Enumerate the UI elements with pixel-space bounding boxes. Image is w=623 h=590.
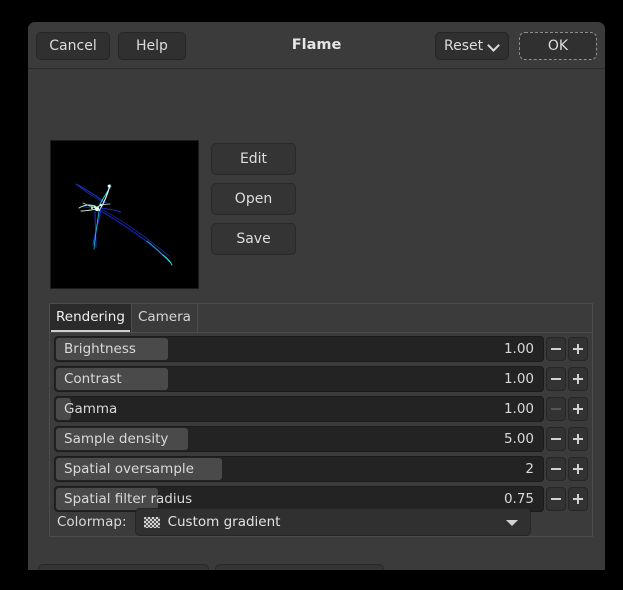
brightness-value: 1.00 [504,337,534,361]
sample-density-slider[interactable]: Sample density 5.00 [54,426,544,452]
ok-button[interactable]: OK [519,32,597,60]
gradient-icon [144,517,160,528]
parameter-rows: Brightness 1.00 Contrast 1.00 [50,333,592,514]
sample-density-label: Sample density [64,427,168,451]
gamma-value: 1.00 [504,397,534,421]
spatial-oversample-slider[interactable]: Spatial oversample 2 [54,456,544,482]
reset-dropdown-button[interactable]: Reset [435,32,509,60]
edit-button[interactable]: Edit [211,143,296,175]
contrast-slider[interactable]: Contrast 1.00 [54,366,544,392]
dialog-header-bar: Flame Cancel Help Reset OK [28,22,605,69]
brightness-label: Brightness [64,337,136,361]
tab-strip-filler [198,304,592,332]
sample-density-increment-button[interactable] [568,427,588,451]
gamma-decrement-button [546,397,566,421]
tab-strip: Rendering Camera [50,304,592,333]
spatial-oversample-increment-button[interactable] [568,457,588,481]
spatial-oversample-value: 2 [525,457,534,481]
open-button[interactable]: Open [211,183,296,215]
parameter-row-contrast: Contrast 1.00 [54,365,588,393]
contrast-increment-button[interactable] [568,367,588,391]
cancel-button[interactable]: Cancel [36,32,110,60]
help-button[interactable]: Help [118,32,186,60]
gamma-increment-button[interactable] [568,397,588,421]
sample-density-decrement-button[interactable] [546,427,566,451]
chevron-down-icon [506,520,518,526]
brightness-increment-button[interactable] [568,337,588,361]
parameter-row-gamma: Gamma 1.00 [54,395,588,423]
flame-preview-image [51,141,198,288]
brightness-decrement-button[interactable] [546,337,566,361]
sample-density-value: 5.00 [504,427,534,451]
gamma-slider[interactable]: Gamma 1.00 [54,396,544,422]
contrast-value: 1.00 [504,367,534,391]
parameter-row-spatial-oversample: Spatial oversample 2 [54,455,588,483]
flame-dialog: Flame Cancel Help Reset OK [28,22,605,570]
dialog-footer: Load Saved Settings Save Settings [28,564,605,570]
brightness-slider[interactable]: Brightness 1.00 [54,336,544,362]
save-button[interactable]: Save [211,223,296,255]
colormap-row: Colormap: Custom gradient [54,507,588,537]
spatial-oversample-label: Spatial oversample [64,457,194,481]
parameter-row-sample-density: Sample density 5.00 [54,425,588,453]
reset-label: Reset [444,33,483,59]
colormap-select[interactable]: Custom gradient [135,508,531,536]
load-saved-settings-button: Load Saved Settings [38,564,209,570]
colormap-selected-value: Custom gradient [168,514,281,530]
gamma-label: Gamma [64,397,117,421]
save-settings-button[interactable]: Save Settings [215,564,384,570]
contrast-label: Contrast [64,367,122,391]
settings-notebook: Rendering Camera Brightness 1.00 [49,303,593,537]
colormap-label: Colormap: [57,514,127,530]
flame-preview[interactable] [50,140,199,289]
chevron-down-icon [489,40,500,51]
tab-rendering[interactable]: Rendering [50,304,132,332]
tab-camera[interactable]: Camera [132,304,198,332]
contrast-decrement-button[interactable] [546,367,566,391]
parameter-row-brightness: Brightness 1.00 [54,335,588,363]
spatial-oversample-decrement-button[interactable] [546,457,566,481]
